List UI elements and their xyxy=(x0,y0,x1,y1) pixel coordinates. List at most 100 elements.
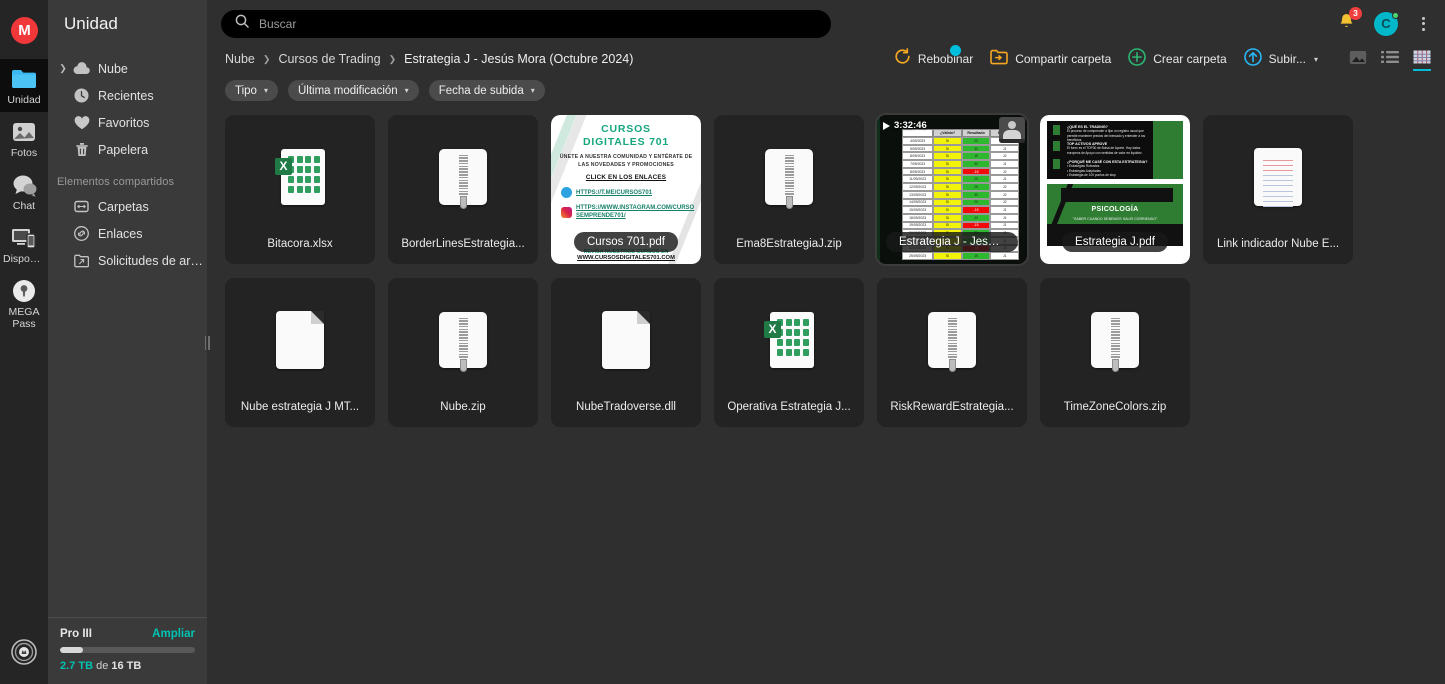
rail-item-fotos[interactable]: Fotos xyxy=(0,112,48,165)
storage-panel: Pro III Ampliar 2.7 TB de 16 TB xyxy=(48,617,207,684)
file-grid: X Bitacora.xlsx BorderLinesEstrategia... CU… xyxy=(225,113,1445,427)
filter-tipo[interactable]: Tipo ▾ xyxy=(225,80,278,101)
file-card[interactable]: Nube estrategia J MT... xyxy=(225,278,375,427)
sidebar-item-recientes[interactable]: Recientes xyxy=(48,82,207,109)
file-card[interactable]: NubeTradoverse.dll xyxy=(551,278,701,427)
sidebar-item-solicitudes[interactable]: Solicitudes de arc... xyxy=(48,247,207,274)
play-icon xyxy=(883,121,890,130)
grid-view-button[interactable] xyxy=(1413,50,1431,71)
file-name: Cursos 701.pdf xyxy=(574,232,678,252)
sidebar-item-label: Carpetas xyxy=(98,199,149,214)
file-card[interactable]: RiskRewardEstrategia... xyxy=(877,278,1027,427)
sidebar-item-favoritos[interactable]: Favoritos xyxy=(48,109,207,136)
storage-of-word: de xyxy=(96,660,109,672)
breadcrumb-separator: ❯ xyxy=(388,53,397,64)
breadcrumb-item-2[interactable]: Estrategia J - Jesús Mora (Octubre 2024) xyxy=(404,52,633,66)
file-grid-area: X Bitacora.xlsx BorderLinesEstrategia... CU… xyxy=(207,101,1445,684)
file-name: BorderLinesEstrategia... xyxy=(401,238,525,250)
upgrade-link[interactable]: Ampliar xyxy=(152,628,195,640)
cloud-icon xyxy=(69,62,94,75)
rail-item-label: Disposi... xyxy=(3,253,47,265)
sidebar-item-papelera[interactable]: Papelera xyxy=(48,136,207,163)
file-card[interactable]: TimeZoneColors.zip xyxy=(1040,278,1190,427)
rail-item-label: Chat xyxy=(12,200,36,212)
rebobinar-button[interactable]: Rebobinar xyxy=(894,45,973,70)
file-name: Nube.zip xyxy=(440,401,486,413)
zip-file-icon xyxy=(439,148,487,210)
rail-items: Unidad Fotos Chat Disposi... MEGA Pass xyxy=(0,59,48,336)
generic-file-icon xyxy=(276,310,324,369)
file-card[interactable]: CURSOS DIGITALES 701 ÚNETE A NUESTRA COMUN… xyxy=(551,115,701,264)
file-card[interactable]: X Bitacora.xlsx xyxy=(225,115,375,264)
gallery-view-button[interactable] xyxy=(1349,50,1367,69)
notifications-button[interactable]: 3 xyxy=(1337,6,1362,36)
file-card[interactable]: Nube.zip xyxy=(388,278,538,427)
subir-button[interactable]: Subir... ▾ xyxy=(1243,47,1318,71)
file-icon-area xyxy=(714,115,864,238)
folder-icon xyxy=(1,66,47,92)
rail-item-chat[interactable]: Chat xyxy=(0,165,48,218)
plan-label: Pro III xyxy=(60,628,92,640)
file-card[interactable]: ¿QUÉ ES EL TRADING? El proceso de compren… xyxy=(1040,115,1190,264)
file-icon-area xyxy=(388,278,538,401)
rail-item-dispositivos[interactable]: Disposi... xyxy=(0,218,48,271)
sidebar-item-carpetas[interactable]: Carpetas xyxy=(48,193,207,220)
storage-usage-text: 2.7 TB de 16 TB xyxy=(60,660,195,672)
kebab-menu-icon[interactable] xyxy=(1416,14,1431,34)
sidebar-item-nube[interactable]: ❯ Nube xyxy=(48,55,207,82)
chevron-right-icon[interactable]: ❯ xyxy=(57,63,69,74)
avatar[interactable]: C xyxy=(1374,11,1399,36)
rail-item-label: MEGA Pass xyxy=(8,306,40,330)
sidebar-item-label: Papelera xyxy=(98,142,149,157)
file-icon-area xyxy=(551,278,701,401)
filter-label: Última modificación xyxy=(297,84,398,97)
storage-total: 16 TB xyxy=(111,660,142,672)
toolbar-actions: Rebobinar Compartir carpeta Crear carpet… xyxy=(894,45,1431,71)
breadcrumb-item-1[interactable]: Cursos de Trading xyxy=(278,52,380,66)
search-box[interactable] xyxy=(221,9,831,38)
filter-ultima-modificacion[interactable]: Última modificación ▾ xyxy=(287,80,419,101)
filter-fecha-de-subida[interactable]: Fecha de subida ▾ xyxy=(428,80,545,101)
file-card[interactable]: Ema8EstrategiaJ.zip xyxy=(714,115,864,264)
storage-used: 2.7 TB xyxy=(60,660,94,672)
zip-file-icon xyxy=(928,311,976,373)
sidebar-item-label: Favoritos xyxy=(98,115,150,130)
file-card[interactable]: BorderLinesEstrategia... xyxy=(388,115,538,264)
file-request-icon xyxy=(69,254,94,268)
rail-item-mega-pass[interactable]: MEGA Pass xyxy=(0,271,48,336)
plus-circle-icon xyxy=(1128,47,1147,71)
search-input[interactable] xyxy=(259,16,817,31)
video-duration: 3:32:46 xyxy=(883,120,927,131)
breadcrumb-item-0[interactable]: Nube xyxy=(225,52,255,66)
sidebar-resize-handle[interactable] xyxy=(203,330,211,356)
file-icon-area: X xyxy=(714,278,864,401)
mega-badge-icon[interactable] xyxy=(11,639,37,670)
mega-logo[interactable]: M xyxy=(10,17,38,44)
file-name: NubeTradoverse.dll xyxy=(576,401,676,413)
search-icon xyxy=(235,14,249,33)
zip-file-icon xyxy=(439,311,487,373)
crear-carpeta-button[interactable]: Crear carpeta xyxy=(1128,47,1227,71)
compartir-carpeta-button[interactable]: Compartir carpeta xyxy=(990,49,1111,70)
list-view-button[interactable] xyxy=(1381,50,1399,68)
sidebar-item-enlaces[interactable]: Enlaces xyxy=(48,220,207,247)
file-name: TimeZoneColors.zip xyxy=(1063,401,1167,413)
page-title: Unidad xyxy=(64,14,118,33)
sidebar-nav: ❯ Nube Recientes Favoritos Papelera Elem… xyxy=(48,55,207,617)
chat-bubble-icon xyxy=(1,172,47,198)
chevron-down-icon: ▾ xyxy=(530,86,535,95)
sidebar-item-label: Nube xyxy=(98,61,128,76)
online-status-dot xyxy=(1392,11,1399,19)
file-card[interactable]: ¿Válido?ResultadoEntrada4/09/2023Sí20J15… xyxy=(875,113,1029,266)
file-icon-area xyxy=(1040,278,1190,401)
top-actions: 3 C xyxy=(1337,6,1431,36)
rail-item-unidad[interactable]: Unidad xyxy=(0,59,48,112)
chevron-down-icon[interactable]: ▾ xyxy=(1314,55,1318,64)
file-card[interactable]: X Operativa Estrategia J... xyxy=(714,278,864,427)
rail-item-label: Unidad xyxy=(7,94,41,106)
file-icon-area: X xyxy=(225,115,375,238)
file-card[interactable]: Link indicador Nube E... xyxy=(1203,115,1353,264)
breadcrumb-separator: ❯ xyxy=(262,53,271,64)
file-name: Operativa Estrategia J... xyxy=(727,401,851,413)
generic-file-icon xyxy=(602,310,650,369)
